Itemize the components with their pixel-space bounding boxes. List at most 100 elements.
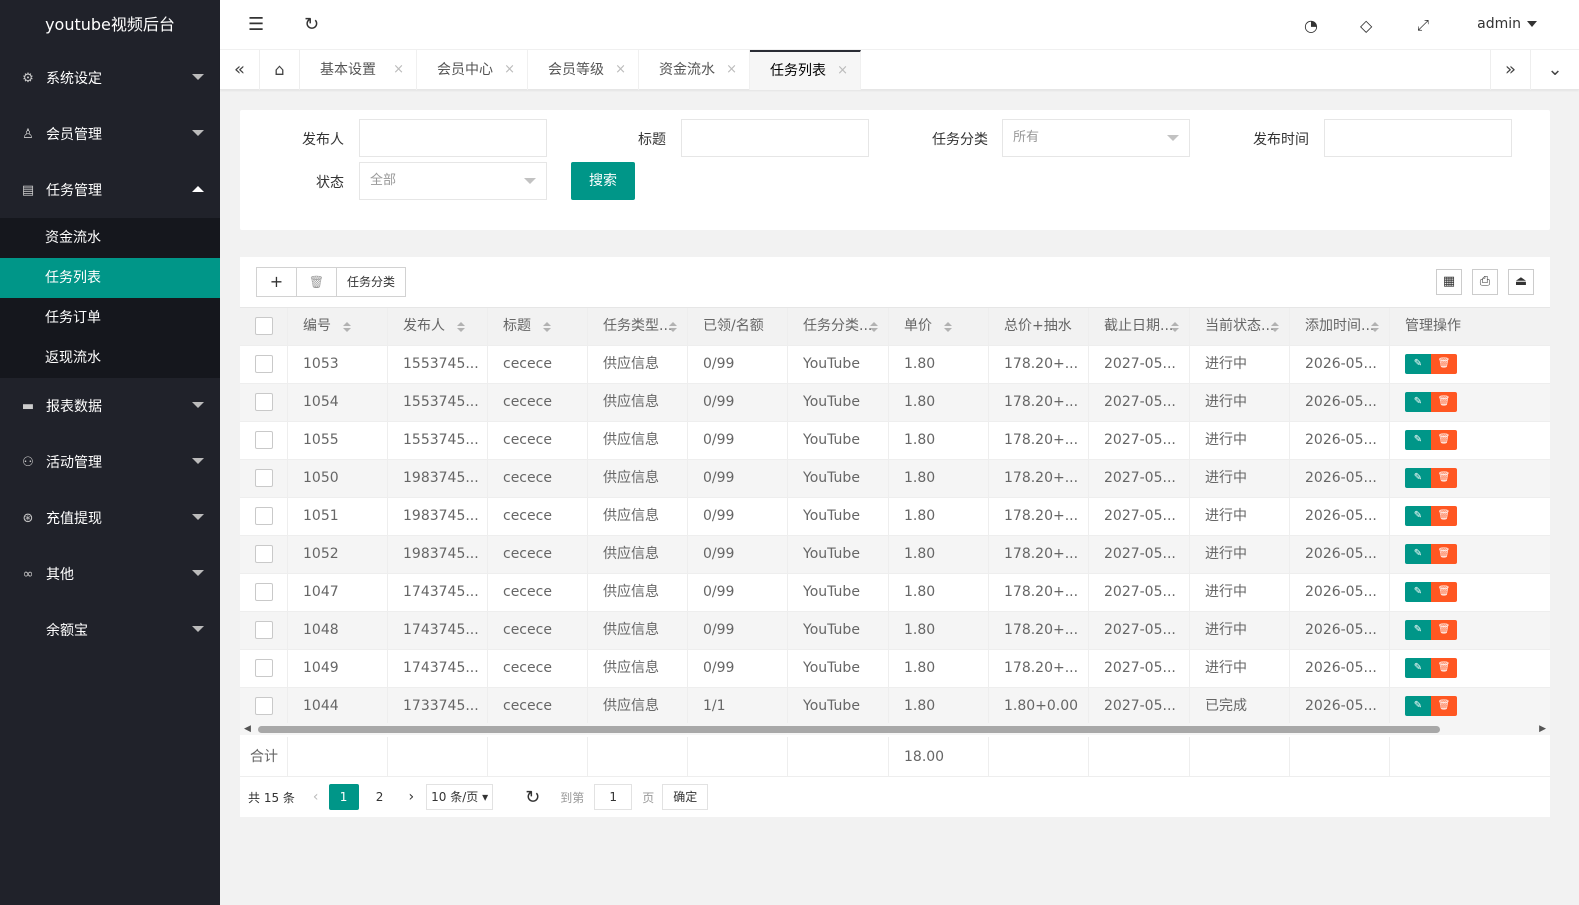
sort-icon[interactable]: [343, 322, 351, 332]
delete-row-button[interactable]: 🗑: [1431, 544, 1457, 564]
delete-row-button[interactable]: 🗑: [1431, 696, 1457, 716]
sort-icon[interactable]: [457, 322, 465, 332]
row-checkbox[interactable]: [254, 431, 273, 449]
sort-icon[interactable]: [543, 322, 551, 332]
sort-icon[interactable]: [1271, 322, 1279, 332]
col-header-status[interactable]: 当前状态...: [1190, 308, 1290, 345]
title-input[interactable]: [681, 119, 869, 157]
select-all-checkbox[interactable]: [254, 317, 273, 335]
sort-icon[interactable]: [944, 322, 952, 332]
col-header-title[interactable]: 标题: [488, 308, 588, 345]
col-header-deadline[interactable]: 截止日期...: [1089, 308, 1190, 345]
sidebar-item-reports[interactable]: ▬ 报表数据: [0, 378, 220, 434]
refresh-icon[interactable]: ↻: [525, 787, 540, 808]
sidebar-item-tasks[interactable]: ▤ 任务管理: [0, 162, 220, 218]
row-checkbox[interactable]: [254, 507, 273, 525]
row-checkbox[interactable]: [254, 355, 273, 373]
delete-row-button[interactable]: 🗑: [1431, 468, 1457, 488]
tab-funds-flow[interactable]: 资金流水 ×: [639, 50, 750, 90]
sidebar-subitem-task-orders[interactable]: 任务订单: [0, 298, 220, 338]
search-button[interactable]: 搜索: [571, 162, 635, 200]
task-category-button[interactable]: 任务分类: [337, 268, 405, 296]
edit-button[interactable]: ✎: [1405, 658, 1431, 678]
col-header-publisher[interactable]: 发布人: [388, 308, 488, 345]
sort-icon[interactable]: [669, 322, 677, 332]
tag-icon[interactable]: ◇: [1360, 16, 1372, 35]
page-size-select[interactable]: 10 条/页 ▾: [426, 784, 494, 810]
sidebar-item-activities[interactable]: ⚇ 活动管理: [0, 434, 220, 490]
print-icon[interactable]: ⎙: [1472, 269, 1498, 295]
col-header-id[interactable]: 编号: [288, 308, 388, 345]
row-checkbox[interactable]: [254, 469, 273, 487]
sidebar-item-system[interactable]: ⚙ 系统设定: [0, 50, 220, 106]
columns-filter-icon[interactable]: ▦: [1436, 269, 1462, 295]
tab-task-list[interactable]: 任务列表 ×: [750, 50, 861, 90]
export-icon[interactable]: ⏏: [1508, 269, 1534, 295]
row-checkbox[interactable]: [254, 621, 273, 639]
palette-icon[interactable]: ◔: [1304, 16, 1318, 35]
close-icon[interactable]: ×: [726, 50, 737, 90]
edit-button[interactable]: ✎: [1405, 620, 1431, 640]
menu-collapse-icon[interactable]: ☰: [248, 14, 264, 35]
page-2-button[interactable]: 2: [365, 784, 395, 810]
sidebar-item-members[interactable]: ♙ 会员管理: [0, 106, 220, 162]
row-checkbox[interactable]: [254, 545, 273, 563]
col-header-task-type[interactable]: 任务类型...: [588, 308, 688, 345]
scrollbar-thumb[interactable]: [258, 726, 1440, 733]
fullscreen-icon[interactable]: ⤢: [1417, 16, 1429, 34]
sort-icon[interactable]: [870, 322, 878, 332]
scroll-left-icon[interactable]: ◀: [244, 723, 251, 735]
edit-button[interactable]: ✎: [1405, 392, 1431, 412]
close-icon[interactable]: ×: [615, 50, 626, 90]
add-button[interactable]: +: [257, 268, 297, 296]
home-icon[interactable]: ⌂: [260, 50, 300, 90]
close-icon[interactable]: ×: [837, 52, 848, 90]
status-select[interactable]: 全部: [359, 162, 547, 200]
col-header-price[interactable]: 单价: [889, 308, 989, 345]
delete-row-button[interactable]: 🗑: [1431, 354, 1457, 374]
tabs-menu-chevron-icon[interactable]: ⌄: [1530, 50, 1579, 90]
next-page-icon[interactable]: ›: [409, 789, 415, 805]
delete-row-button[interactable]: 🗑: [1431, 620, 1457, 640]
row-checkbox[interactable]: [254, 393, 273, 411]
sidebar-item-other[interactable]: ∞ 其他: [0, 546, 220, 602]
edit-button[interactable]: ✎: [1405, 354, 1431, 374]
refresh-icon[interactable]: ↻: [304, 14, 319, 35]
close-icon[interactable]: ×: [504, 50, 515, 90]
edit-button[interactable]: ✎: [1405, 582, 1431, 602]
delete-button[interactable]: 🗑: [297, 268, 337, 296]
sidebar-item-recharge[interactable]: ⊛ 充值提现: [0, 490, 220, 546]
goto-page-input[interactable]: 1: [594, 784, 633, 810]
tab-basic-settings[interactable]: 基本设置 ×: [300, 50, 417, 90]
sidebar-subitem-cashback[interactable]: 返现流水: [0, 338, 220, 378]
delete-row-button[interactable]: 🗑: [1431, 582, 1457, 602]
delete-row-button[interactable]: 🗑: [1431, 658, 1457, 678]
edit-button[interactable]: ✎: [1405, 430, 1431, 450]
sort-icon[interactable]: [1171, 322, 1179, 332]
sidebar-item-yuebao[interactable]: 余额宝: [0, 602, 220, 658]
tabs-scroll-left-icon[interactable]: «: [220, 50, 260, 90]
edit-button[interactable]: ✎: [1405, 696, 1431, 716]
tab-member-center[interactable]: 会员中心 ×: [417, 50, 528, 90]
edit-button[interactable]: ✎: [1405, 468, 1431, 488]
row-checkbox[interactable]: [254, 583, 273, 601]
row-checkbox[interactable]: [254, 697, 273, 715]
page-1-button[interactable]: 1: [328, 784, 359, 810]
publisher-input[interactable]: [359, 119, 547, 157]
close-icon[interactable]: ×: [393, 50, 404, 90]
sidebar-subitem-funds[interactable]: 资金流水: [0, 218, 220, 258]
sidebar-subitem-task-list[interactable]: 任务列表: [0, 258, 220, 298]
edit-button[interactable]: ✎: [1405, 506, 1431, 526]
prev-page-icon[interactable]: ‹: [313, 789, 319, 805]
category-select[interactable]: 所有: [1002, 119, 1190, 157]
tabs-scroll-right-icon[interactable]: »: [1490, 50, 1530, 90]
delete-row-button[interactable]: 🗑: [1431, 506, 1457, 526]
sort-icon[interactable]: [1371, 322, 1379, 332]
scroll-right-icon[interactable]: ▶: [1539, 723, 1546, 735]
edit-button[interactable]: ✎: [1405, 544, 1431, 564]
col-header-added-time[interactable]: 添加时间...: [1290, 308, 1390, 345]
user-menu[interactable]: admin: [1477, 16, 1537, 32]
tab-member-level[interactable]: 会员等级 ×: [528, 50, 639, 90]
row-checkbox[interactable]: [254, 659, 273, 677]
delete-row-button[interactable]: 🗑: [1431, 392, 1457, 412]
